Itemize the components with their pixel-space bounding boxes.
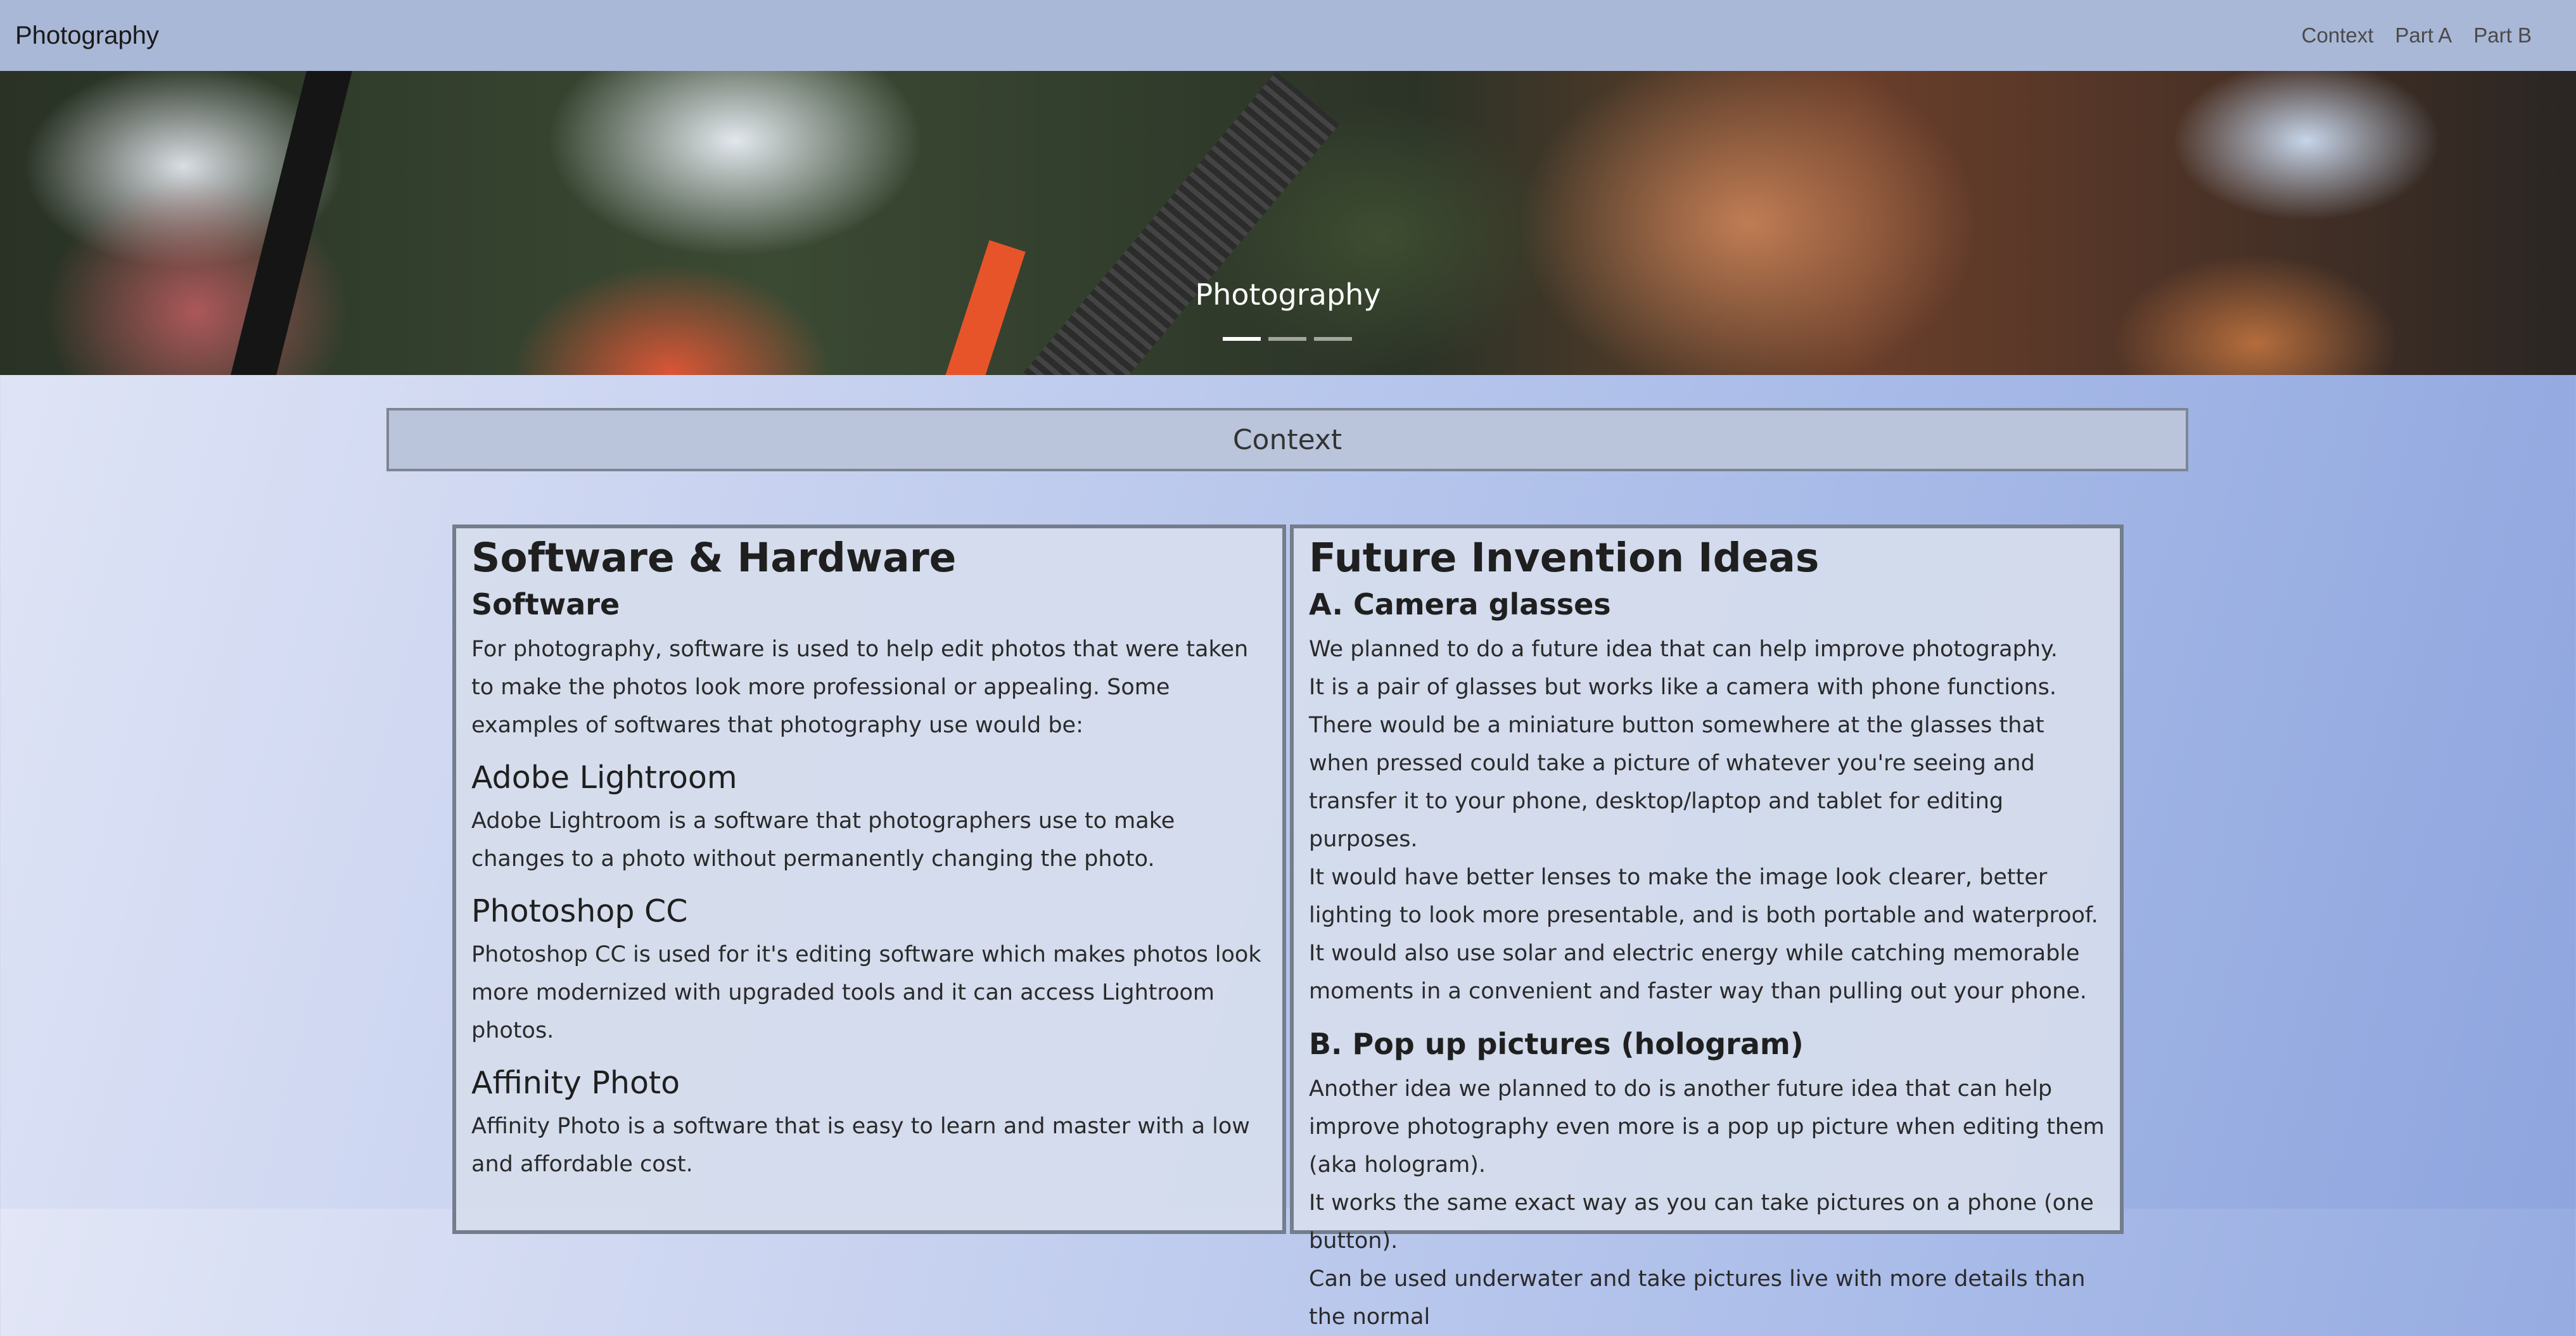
nav-link-part-b[interactable]: Part B (2473, 23, 2532, 48)
carousel-indicator-1[interactable] (1223, 337, 1261, 341)
context-header-button[interactable]: Context (386, 408, 2188, 471)
software-item-name: Photoshop CC (471, 893, 688, 929)
carousel-caption: Photography (1195, 277, 1381, 312)
carousel-indicator-2[interactable] (1268, 337, 1306, 341)
idea-b-text: Another idea we planned to do is another… (1309, 1070, 2105, 1336)
carousel-indicators (1223, 337, 1352, 341)
idea-b-line: It works the same exact way as you can t… (1309, 1190, 2094, 1254)
idea-a-text: We planned to do a future idea that can … (1309, 630, 2105, 1010)
software-item-name: Affinity Photo (471, 1065, 680, 1101)
nav-links: Context Part A Part B (2302, 23, 2532, 48)
idea-a-heading: A. Camera glasses (1309, 587, 1611, 621)
software-item-desc: Photoshop CC is used for it's editing so… (471, 942, 1261, 1043)
software-intro: For photography, software is used to hel… (471, 637, 1249, 738)
idea-b-line: Can be used underwater and take pictures… (1309, 1266, 2086, 1330)
hero-image-strap (224, 71, 353, 375)
carousel-indicator-3[interactable] (1314, 337, 1352, 341)
idea-a-line: There would be a miniature button somewh… (1309, 713, 2044, 852)
software-item-desc: Affinity Photo is a software that is eas… (471, 1114, 1250, 1177)
software-item-desc: Adobe Lightroom is a software that photo… (471, 808, 1175, 872)
software-hardware-title: Software & Hardware (471, 535, 957, 581)
navbar-brand[interactable]: Photography (15, 22, 159, 50)
idea-b-heading: B. Pop up pictures (hologram) (1309, 1027, 1804, 1061)
nav-link-part-a[interactable]: Part A (2395, 23, 2452, 48)
future-inventions-title: Future Invention Ideas (1309, 535, 1820, 581)
future-inventions-panel: Future Invention Ideas A. Camera glasses… (1290, 525, 2124, 1330)
hero-image-camera-strap (1023, 71, 1340, 375)
nav-link-context[interactable]: Context (2302, 23, 2374, 48)
software-subtitle: Software (471, 587, 620, 621)
idea-b-line: Another idea we planned to do is another… (1309, 1076, 2105, 1178)
hero-carousel: Photography (0, 71, 2576, 375)
idea-a-line: It is a pair of glasses but works like a… (1309, 675, 2057, 700)
idea-a-line: It would also use solar and electric ene… (1309, 941, 2087, 1004)
software-item-name: Adobe Lightroom (471, 760, 737, 796)
idea-a-line: We planned to do a future idea that can … (1309, 637, 2058, 662)
software-hardware-panel: Software & Hardware Software For photogr… (452, 525, 1286, 1234)
top-navbar: Photography Context Part A Part B (0, 0, 2576, 71)
idea-a-line: It would have better lenses to make the … (1309, 865, 2098, 928)
